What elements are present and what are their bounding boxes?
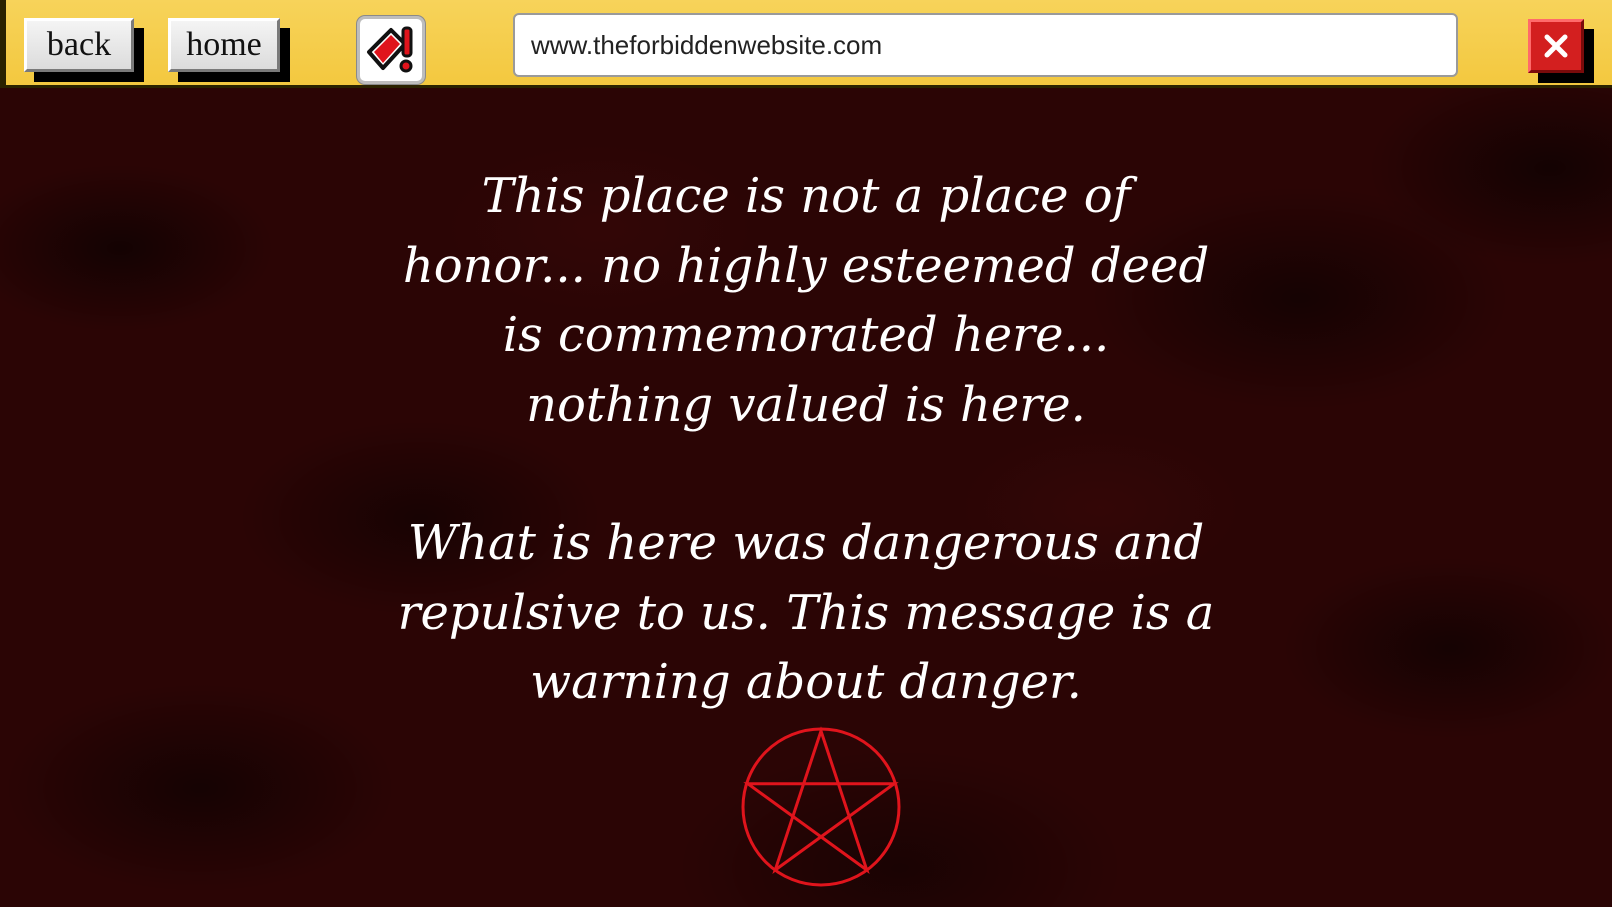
close-icon — [1544, 34, 1568, 58]
back-button[interactable]: back — [24, 18, 134, 72]
home-button[interactable]: home — [168, 18, 280, 72]
message-line: is commemorated here... — [502, 307, 1110, 363]
close-button[interactable] — [1528, 19, 1584, 73]
page-content: This place is not a place of honor... no… — [0, 88, 1612, 907]
browser-toolbar: back home — [0, 0, 1612, 88]
message-line: nothing valued is here. — [526, 376, 1086, 433]
pentagram-icon — [741, 726, 901, 887]
message-line: honor... no highly esteemed deed — [402, 237, 1210, 294]
message-paragraph-1: This place is not a place of honor... no… — [306, 162, 1306, 440]
address-bar[interactable] — [513, 13, 1458, 77]
warning-sign-icon — [367, 26, 413, 73]
message-line: repulsive to us. This message is a — [397, 584, 1215, 641]
report-button[interactable] — [357, 16, 425, 84]
warning-message: This place is not a place of honor... no… — [306, 162, 1306, 718]
message-line: warning about danger. — [530, 654, 1082, 710]
message-line: What is here was dangerous and — [407, 515, 1205, 571]
message-paragraph-2: What is here was dangerous and repulsive… — [306, 509, 1306, 718]
toolbar-edge — [0, 0, 6, 85]
message-line: This place is not a place of — [481, 168, 1131, 224]
